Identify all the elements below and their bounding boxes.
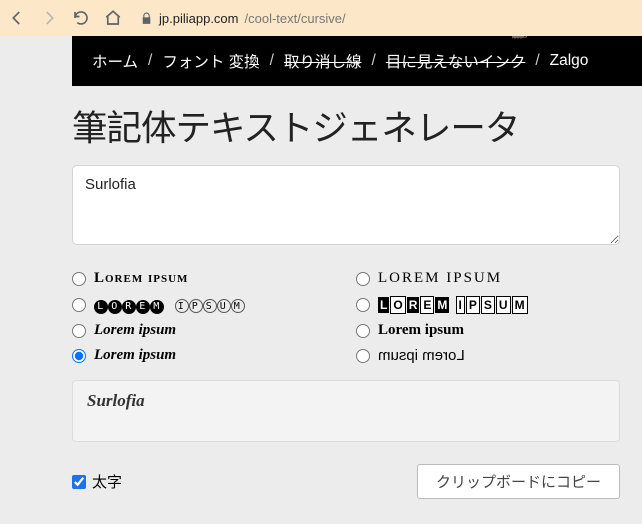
breadcrumb: ͑̊͛̐́̓̒͐̂̇̓̍̏̈͆͗͛̑̋́͊̚̚͠͝ ̈́̊̓͋̋̉̊͂̽̂̇͆͆… xyxy=(72,36,642,86)
radio-style-8[interactable] xyxy=(356,349,370,363)
style-option-2[interactable]: LOREM IPSUM xyxy=(356,270,620,287)
radio-style-2[interactable] xyxy=(356,272,370,286)
forward-icon[interactable] xyxy=(40,9,58,27)
style-options: Lorem ipsum LOREM IPSUM LOREM IPSUM LORE… xyxy=(72,270,620,364)
url-host: jp.piliapp.com xyxy=(159,11,239,26)
breadcrumb-home[interactable]: ホーム xyxy=(92,50,138,72)
breadcrumb-fontconv[interactable]: フォント 変換 xyxy=(162,50,259,72)
url-bar[interactable]: jp.piliapp.com/cool-text/cursive/ xyxy=(140,11,346,26)
style-option-7[interactable]: Lorem ipsum xyxy=(72,347,336,364)
browser-toolbar: jp.piliapp.com/cool-text/cursive/ xyxy=(0,0,642,36)
style-option-1[interactable]: Lorem ipsum xyxy=(72,270,336,287)
style-option-5[interactable]: Lorem ipsum xyxy=(72,322,336,339)
style-option-6[interactable]: Lorem ipsum xyxy=(356,322,620,339)
output-area[interactable]: Surlofia xyxy=(72,380,620,442)
radio-style-5[interactable] xyxy=(72,324,86,338)
style-option-3[interactable]: LOREM IPSUM xyxy=(72,295,336,314)
bold-checkbox[interactable] xyxy=(72,475,86,489)
url-path: /cool-text/cursive/ xyxy=(245,11,346,26)
radio-style-3[interactable] xyxy=(72,298,86,312)
breadcrumb-strikethrough[interactable]: 取り消し線 xyxy=(284,50,362,72)
reload-icon[interactable] xyxy=(72,9,90,27)
style-option-4[interactable]: LOREM IPSUM xyxy=(356,295,620,314)
radio-style-6[interactable] xyxy=(356,324,370,338)
back-icon[interactable] xyxy=(8,9,26,27)
page-title: 筆記体テキストジェネレータ xyxy=(72,100,620,151)
breadcrumb-invisible[interactable]: 目に見えないインク xyxy=(386,50,526,72)
copy-button[interactable]: クリップボードにコピー xyxy=(417,464,620,499)
breadcrumb-zalgo[interactable]: Zalgo xyxy=(550,52,589,70)
radio-style-4[interactable] xyxy=(356,298,370,312)
radio-style-1[interactable] xyxy=(72,272,86,286)
home-icon[interactable] xyxy=(104,9,122,27)
lock-icon xyxy=(140,12,153,25)
radio-style-7[interactable] xyxy=(72,349,86,363)
bold-checkbox-label[interactable]: 太字 xyxy=(72,471,122,492)
style-option-8[interactable]: Lorem ipsum xyxy=(356,347,620,364)
input-textarea[interactable] xyxy=(72,165,620,245)
